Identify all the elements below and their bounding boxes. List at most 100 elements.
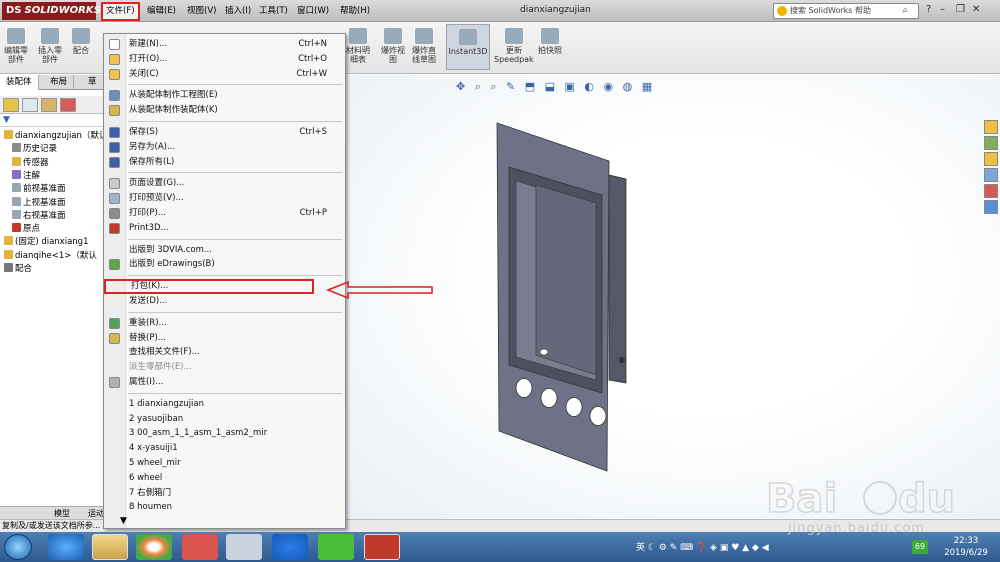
file-menu-item[interactable]: 另存为(A)... — [104, 140, 345, 155]
cmd-right-2-icon — [415, 28, 433, 44]
file-menu-item[interactable]: 查找相关文件(F)... — [104, 345, 345, 360]
panel-tab-0[interactable]: 装配体 — [0, 75, 39, 90]
menu-file[interactable]: 文件(F) — [101, 2, 140, 21]
tray-badge[interactable]: 69 — [912, 540, 928, 554]
help-search-input[interactable]: 搜索 SolidWorks 帮助 ⌕ — [773, 3, 919, 19]
design-library-icon[interactable] — [984, 136, 998, 150]
file-menu-item[interactable]: 保存所有(L) — [104, 155, 345, 170]
tree-filter[interactable]: ▼ — [0, 115, 104, 127]
help-icon[interactable]: ? — [926, 4, 931, 15]
cmd-right-3[interactable]: Instant3D — [446, 24, 490, 70]
property-manager-icon[interactable] — [22, 98, 38, 112]
file-menu-item[interactable]: 3 00_asm_1_1_asm_1_asm2_mir — [104, 426, 345, 441]
browser-icon[interactable] — [136, 534, 172, 560]
cmd-left-0-label: 编辑零 部件 — [4, 46, 28, 64]
file-menu-item[interactable]: 打包(K)... — [104, 279, 314, 295]
ie-icon[interactable] — [48, 534, 84, 560]
tree-node-label: 上视基准面 — [23, 197, 66, 208]
file-menu-item[interactable]: 2 yasuojiban — [104, 412, 345, 427]
calculator-icon[interactable] — [226, 534, 262, 560]
file-menu-item-label: 派生零部件(E)... — [129, 362, 192, 373]
file-menu-item[interactable]: 1 dianxiangzujian — [104, 397, 345, 412]
cmd-right-4[interactable]: 更新 Speedpak — [494, 28, 534, 64]
tree-node[interactable]: 配合 — [4, 263, 32, 276]
menu-item-6[interactable]: 帮助(H) — [337, 4, 373, 19]
graphics-area[interactable] — [346, 75, 1000, 519]
file-menu-item[interactable]: 重装(R)... — [104, 316, 345, 331]
menu-item-1[interactable]: 编辑(E) — [144, 4, 179, 19]
configuration-manager-icon[interactable] — [41, 98, 57, 112]
file-menu-item[interactable]: 发送(D)... — [104, 294, 345, 309]
menu-item-4[interactable]: 工具(T) — [256, 4, 291, 19]
appearances-icon[interactable] — [984, 184, 998, 198]
tree-node[interactable]: (固定) dianxiang1 — [4, 236, 88, 249]
tree-node[interactable]: 历史记录 — [12, 143, 57, 156]
tree-node[interactable]: 前视基准面 — [12, 183, 66, 196]
wechat-icon[interactable] — [318, 534, 354, 560]
tree-node[interactable]: dianxiangzujian（默认 — [4, 130, 104, 143]
system-clock[interactable]: 22:33 2019/6/29 — [936, 535, 996, 559]
file-menu-item[interactable]: 保存(S) Ctrl+S — [104, 125, 345, 140]
file-menu-item[interactable]: 出版到 3DVIA.com... — [104, 243, 345, 258]
menu-item-5[interactable]: 窗口(W) — [294, 4, 332, 19]
tree-node[interactable]: 传感器 — [12, 156, 49, 170]
menu-expand-arrow-icon[interactable]: ▼ — [120, 516, 127, 526]
file-menu-item[interactable]: 打印预览(V)... — [104, 191, 345, 206]
panel-tab-1[interactable]: 布局 — [44, 75, 75, 90]
cmd-left-1[interactable]: 插入零 部件 — [38, 28, 62, 64]
file-explorer-icon[interactable] — [984, 152, 998, 166]
file-menu-item[interactable]: 页面设置(G)... — [104, 176, 345, 191]
file-menu-item[interactable]: 替换(P)... — [104, 331, 345, 346]
file-menu-item[interactable]: 5 wheel_mir — [104, 456, 345, 471]
file-menu-item[interactable]: 8 houmen — [104, 500, 345, 515]
cmd-right-5[interactable]: 拍快照 — [538, 28, 562, 55]
view-palette-icon[interactable] — [984, 168, 998, 182]
file-menu-item[interactable]: 关闭(C) Ctrl+W — [104, 67, 345, 82]
cmd-right-1[interactable]: 爆炸视 图 — [381, 28, 405, 64]
cmd-right-0-icon — [349, 28, 367, 44]
ime-indicator[interactable]: 英 — [636, 543, 645, 553]
appearance-manager-icon[interactable] — [60, 98, 76, 112]
close-icon[interactable]: ✕ — [972, 4, 980, 15]
search-icon[interactable]: ⌕ — [902, 4, 908, 18]
resources-icon[interactable] — [984, 120, 998, 134]
tree-node[interactable]: 上视基准面 — [12, 196, 66, 210]
restore-icon[interactable]: ❐ — [956, 4, 965, 15]
tree-node[interactable]: dianqihe<1>（默认 — [4, 249, 97, 263]
solidworks-taskbar-icon[interactable] — [364, 534, 400, 560]
file-menu-item[interactable]: 从装配体制作装配体(K) — [104, 103, 345, 118]
panel-tab-2[interactable]: 草 — [82, 75, 104, 90]
file-menu-item[interactable]: 7 右側箱门 — [104, 486, 345, 501]
file-menu-item[interactable]: 打印(P)... Ctrl+P — [104, 206, 345, 221]
file-menu-item[interactable]: 出版到 eDrawings(B) — [104, 257, 345, 272]
assembly-icon — [109, 105, 120, 117]
cmd-right-0[interactable]: 材料明 细表 — [346, 28, 370, 64]
file-menu-item[interactable]: 6 wheel — [104, 471, 345, 486]
file-menu-item[interactable]: 打开(O)... Ctrl+O — [104, 52, 345, 67]
file-menu-item-label: 查找相关文件(F)... — [129, 347, 200, 358]
cmd-left-2[interactable]: 配合 — [72, 28, 90, 55]
cmd-left-0[interactable]: 编辑零 部件 — [4, 28, 28, 64]
filter-icon[interactable]: ▼ — [3, 115, 10, 125]
file-menu-item[interactable]: 新建(N)... Ctrl+N — [104, 37, 345, 52]
snipping-tool-icon[interactable] — [182, 534, 218, 560]
menu-item-3[interactable]: 插入(I) — [222, 4, 254, 19]
minimize-icon[interactable]: – — [940, 4, 945, 15]
cmd-right-2[interactable]: 爆炸直 线草图 — [412, 28, 436, 64]
file-menu-item[interactable]: Print3D... — [104, 221, 345, 236]
tree-node[interactable]: 右视基准面 — [12, 209, 66, 223]
file-menu-item[interactable]: 属性(I)... — [104, 375, 345, 390]
tree-node[interactable]: 注解 — [12, 169, 40, 183]
solidworks-logo[interactable]: DS SOLIDWORKS — [2, 2, 101, 20]
file-menu-item[interactable]: 4 x-yasuiji1 — [104, 441, 345, 456]
tree-node[interactable]: 原点 — [12, 223, 40, 236]
system-tray[interactable]: 英 ☾ ⚙ ✎ ⌨ ❓ ◈ ▣ ♥ ▲ ◆ ◀ — [636, 540, 769, 553]
k-app-icon[interactable] — [272, 534, 308, 560]
file-menu-item[interactable]: 从装配体制作工程图(E) — [104, 88, 345, 103]
explorer-icon[interactable] — [92, 534, 128, 560]
menu-item-2[interactable]: 视图(V) — [184, 4, 219, 19]
feature-manager-icon[interactable] — [3, 98, 19, 112]
start-button[interactable] — [4, 534, 32, 560]
custom-properties-icon[interactable] — [984, 200, 998, 214]
heads-up-view-toolbar[interactable]: ✥ ⌕ ⌕ ✎ ⬒ ⬓ ▣ ◐ ◉ ◍ ▦ — [456, 80, 655, 94]
